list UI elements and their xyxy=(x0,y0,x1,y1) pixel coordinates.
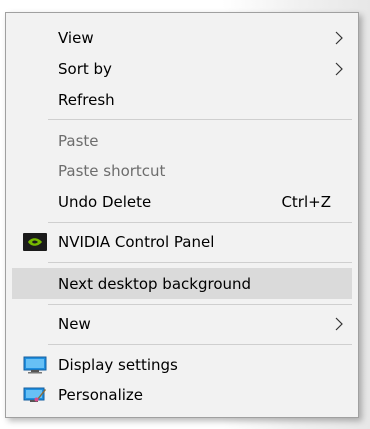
menu-item-refresh-label: Refresh xyxy=(58,90,115,109)
keyboard-shortcut: Ctrl+Z xyxy=(281,192,331,211)
menu-item-display-settings-label: Display settings xyxy=(58,355,178,374)
menu-separator xyxy=(48,262,352,263)
menu-item-sort-by[interactable]: Sort by xyxy=(6,53,358,84)
menu-item-nvidia-control-panel[interactable]: NVIDIA Control Panel xyxy=(6,226,358,257)
chevron-right-icon xyxy=(335,317,343,331)
menu-separator xyxy=(48,344,352,345)
menu-item-refresh[interactable]: Refresh xyxy=(6,84,358,115)
menu-item-next-background-label: Next desktop background xyxy=(58,274,252,293)
menu-item-next-desktop-background[interactable]: Next desktop background xyxy=(12,268,352,299)
menu-item-view-label: View xyxy=(58,28,94,47)
menu-item-paste-shortcut[interactable]: Paste shortcut xyxy=(6,155,358,186)
menu-item-undo-delete-label: Undo Delete xyxy=(58,192,152,211)
chevron-right-icon xyxy=(335,62,343,76)
menu-item-nvidia-label: NVIDIA Control Panel xyxy=(58,232,215,251)
menu-separator xyxy=(48,304,352,305)
menu-item-view[interactable]: View xyxy=(6,22,358,53)
chevron-right-icon xyxy=(335,31,343,45)
nvidia-logo-icon xyxy=(23,233,47,251)
menu-separator xyxy=(48,222,352,223)
menu-item-personalize-label: Personalize xyxy=(58,385,144,404)
desktop-context-menu: View Sort by Refresh Paste Paste shortcu… xyxy=(5,12,359,418)
monitor-brush-icon xyxy=(23,387,46,402)
menu-item-paste-shortcut-label: Paste shortcut xyxy=(58,161,166,180)
menu-item-paste[interactable]: Paste xyxy=(6,125,358,156)
menu-item-paste-label: Paste xyxy=(58,131,99,150)
menu-item-undo-delete[interactable]: Undo Delete Ctrl+Z xyxy=(6,186,358,217)
menu-item-new-label: New xyxy=(58,314,91,333)
menu-item-sort-by-label: Sort by xyxy=(58,59,112,78)
menu-item-personalize[interactable]: Personalize xyxy=(6,379,358,410)
monitor-icon xyxy=(23,356,47,374)
menu-item-display-settings[interactable]: Display settings xyxy=(6,349,358,380)
menu-item-new[interactable]: New xyxy=(6,308,358,339)
menu-separator xyxy=(48,119,352,120)
